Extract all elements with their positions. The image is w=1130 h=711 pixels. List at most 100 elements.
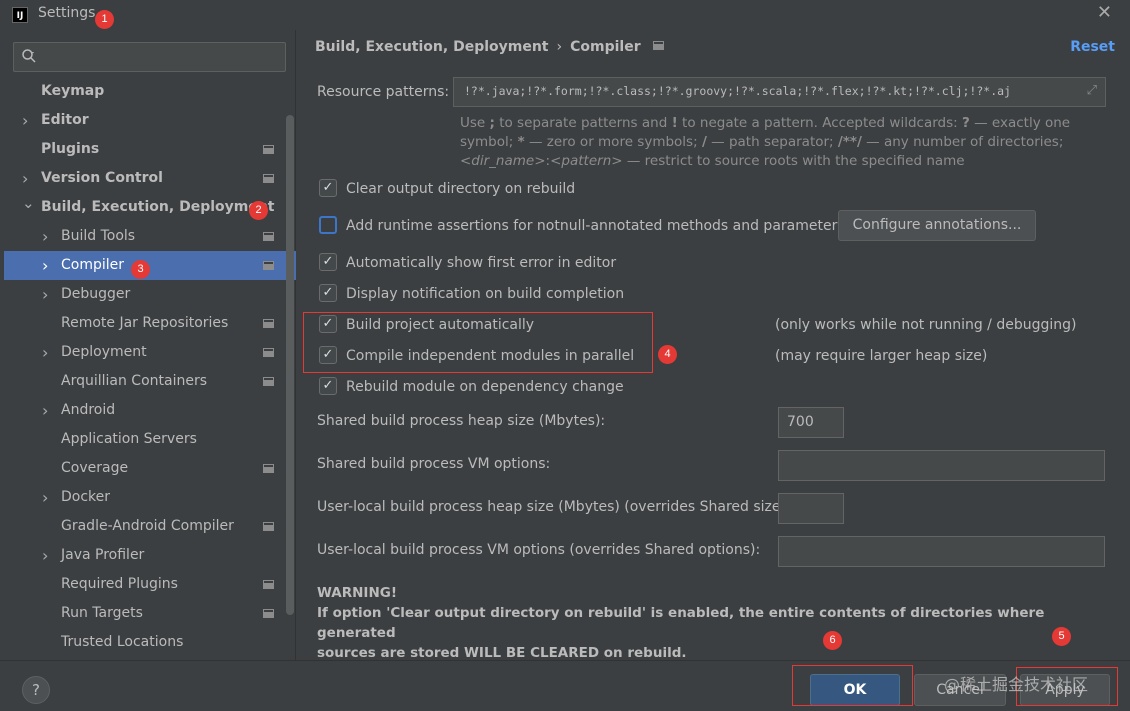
sidebar-item-docker[interactable]: › Docker xyxy=(4,483,296,512)
close-icon[interactable]: ✕ xyxy=(1097,2,1112,23)
annotation-badge-4: 4 xyxy=(658,345,677,364)
rebuild-warning: WARNING! If option 'Clear output directo… xyxy=(317,583,1087,663)
sidebar-item-version-control[interactable]: › Version Control xyxy=(4,164,296,193)
display-notification-checkbox[interactable]: ✓ xyxy=(319,284,337,302)
chevron-down-icon[interactable]: ⌄ xyxy=(22,189,35,218)
sidebar-item-android[interactable]: › Android xyxy=(4,396,296,425)
settings-sidebar: Keymap › Editor Plugins › Version Control ⌄ Bui… xyxy=(0,30,296,660)
resource-patterns-value: !?*.java;!?*.form;!?*.class;!?*.groovy;!… xyxy=(464,84,1011,98)
sidebar-item-label: Keymap xyxy=(41,83,105,99)
sidebar-item-deployment[interactable]: › Deployment xyxy=(4,338,296,367)
expand-icon[interactable]: ⤢ xyxy=(1087,83,1097,98)
sidebar-item-java-profiler[interactable]: › Java Profiler xyxy=(4,541,296,570)
sidebar-item-label: Arquillian Containers xyxy=(61,373,208,389)
sidebar-item-run-targets[interactable]: Run Targets xyxy=(4,599,296,628)
sidebar-item-coverage[interactable]: Coverage xyxy=(4,454,296,483)
sidebar-item-label: Android xyxy=(61,402,116,418)
sidebar-item-label: Trusted Locations xyxy=(61,634,184,650)
compile-parallel-label: Compile independent modules in parallel xyxy=(346,348,635,364)
project-level-icon xyxy=(263,145,274,154)
shared-vm-options-input[interactable] xyxy=(778,450,1105,481)
display-notification-label: Display notification on build completion xyxy=(346,286,625,302)
search-box[interactable] xyxy=(13,42,286,72)
breadcrumb-part-compiler: Compiler xyxy=(570,39,641,55)
breadcrumb-separator: › xyxy=(556,39,563,55)
ok-button[interactable]: OK xyxy=(810,674,900,706)
resource-patterns-field[interactable]: !?*.java;!?*.form;!?*.class;!?*.groovy;!… xyxy=(453,77,1106,107)
intellij-app-icon: IJ xyxy=(12,7,28,23)
search-input[interactable] xyxy=(46,45,278,69)
sidebar-item-plugins[interactable]: Plugins xyxy=(4,135,296,164)
project-level-icon xyxy=(652,41,664,50)
help-button[interactable]: ? xyxy=(22,676,50,704)
sidebar-item-trusted-locations[interactable]: Trusted Locations xyxy=(4,628,296,657)
user-heap-input[interactable] xyxy=(778,493,844,524)
chevron-right-icon[interactable]: › xyxy=(22,106,34,135)
chevron-right-icon[interactable]: › xyxy=(42,396,54,425)
sidebar-item-remote-jar-repositories[interactable]: Remote Jar Repositories xyxy=(4,309,296,338)
chevron-right-icon[interactable]: › xyxy=(42,222,54,251)
user-heap-label: User-local build process heap size (Mbyt… xyxy=(317,499,791,515)
rebuild-on-dependency-checkbox[interactable]: ✓ xyxy=(319,377,337,395)
hint-line-2: symbol; * — zero or more symbols; / — pa… xyxy=(460,134,1064,150)
hint-line-1: Use ; to separate patterns and ! to nega… xyxy=(460,115,1071,131)
watermark: @稀土掘金技术社区 xyxy=(944,675,1089,694)
show-first-error-label: Automatically show first error in editor xyxy=(346,255,617,271)
sidebar-item-label: Coverage xyxy=(61,460,129,476)
clear-output-checkbox[interactable]: ✓ xyxy=(319,179,337,197)
project-level-icon xyxy=(263,522,274,531)
sidebar-item-arquillian-containers[interactable]: Arquillian Containers xyxy=(4,367,296,396)
sidebar-item-label: Compiler xyxy=(61,257,125,273)
resource-patterns-hint: Use ; to separate patterns and ! to nega… xyxy=(460,114,1100,171)
search-icon xyxy=(21,48,37,68)
settings-tree: Keymap › Editor Plugins › Version Control ⌄ Bui… xyxy=(4,77,296,657)
window-title: Settings xyxy=(38,5,96,21)
project-level-icon xyxy=(263,261,274,270)
chevron-right-icon[interactable]: › xyxy=(42,541,54,570)
project-level-icon xyxy=(263,348,274,357)
build-automatically-note: (only works while not running / debuggin… xyxy=(775,317,1077,333)
shared-heap-input[interactable]: 700 xyxy=(778,407,844,438)
runtime-assertions-checkbox[interactable] xyxy=(319,216,337,234)
runtime-assertions-label: Add runtime assertions for notnull-annot… xyxy=(346,218,845,234)
chevron-right-icon[interactable]: › xyxy=(42,483,54,512)
sidebar-item-editor[interactable]: › Editor xyxy=(4,106,296,135)
chevron-right-icon[interactable]: › xyxy=(42,280,54,309)
sidebar-item-build-tools[interactable]: › Build Tools xyxy=(4,222,296,251)
rebuild-on-dependency-label: Rebuild module on dependency change xyxy=(346,379,624,395)
user-vm-options-input[interactable] xyxy=(778,536,1105,567)
configure-annotations-button[interactable]: Configure annotations... xyxy=(838,210,1036,241)
shared-vm-options-label: Shared build process VM options: xyxy=(317,456,551,472)
sidebar-item-label: Gradle-Android Compiler xyxy=(61,518,234,534)
warning-line-1: If option 'Clear output directory on reb… xyxy=(317,605,1045,641)
sidebar-item-required-plugins[interactable]: Required Plugins xyxy=(4,570,296,599)
sidebar-item-label: Run Targets xyxy=(61,605,143,621)
reset-link[interactable]: Reset xyxy=(1070,39,1115,55)
sidebar-item-gradle-android-compiler[interactable]: Gradle-Android Compiler xyxy=(4,512,296,541)
show-first-error-checkbox[interactable]: ✓ xyxy=(319,253,337,271)
project-level-icon xyxy=(263,174,274,183)
sidebar-item-label: Build, Execution, Deployment xyxy=(41,199,275,215)
sidebar-item-keymap[interactable]: Keymap xyxy=(4,77,296,106)
breadcrumb: Build, Execution, Deployment › Compiler xyxy=(315,39,664,55)
compiler-settings-panel: Build, Execution, Deployment › Compiler Re… xyxy=(297,30,1130,663)
title-bar: IJ Settings ✕ xyxy=(0,0,1130,30)
sidebar-item-label: Application Servers xyxy=(61,431,197,447)
sidebar-item-debugger[interactable]: › Debugger xyxy=(4,280,296,309)
chevron-right-icon[interactable]: › xyxy=(42,251,54,280)
project-level-icon xyxy=(263,609,274,618)
sidebar-item-compiler[interactable]: › Compiler xyxy=(4,251,296,280)
project-level-icon xyxy=(263,464,274,473)
chevron-right-icon[interactable]: › xyxy=(42,338,54,367)
compile-parallel-checkbox[interactable]: ✓ xyxy=(319,346,337,364)
build-automatically-label: Build project automatically xyxy=(346,317,535,333)
build-automatically-checkbox[interactable]: ✓ xyxy=(319,315,337,333)
annotation-badge-5: 5 xyxy=(1052,627,1071,646)
project-level-icon xyxy=(263,232,274,241)
user-vm-options-label: User-local build process VM options (ove… xyxy=(317,542,761,558)
sidebar-item-label: Docker xyxy=(61,489,111,505)
sidebar-item-application-servers[interactable]: Application Servers xyxy=(4,425,296,454)
warning-title: WARNING! xyxy=(317,585,397,601)
project-level-icon xyxy=(263,319,274,328)
sidebar-scrollbar[interactable] xyxy=(286,115,294,615)
